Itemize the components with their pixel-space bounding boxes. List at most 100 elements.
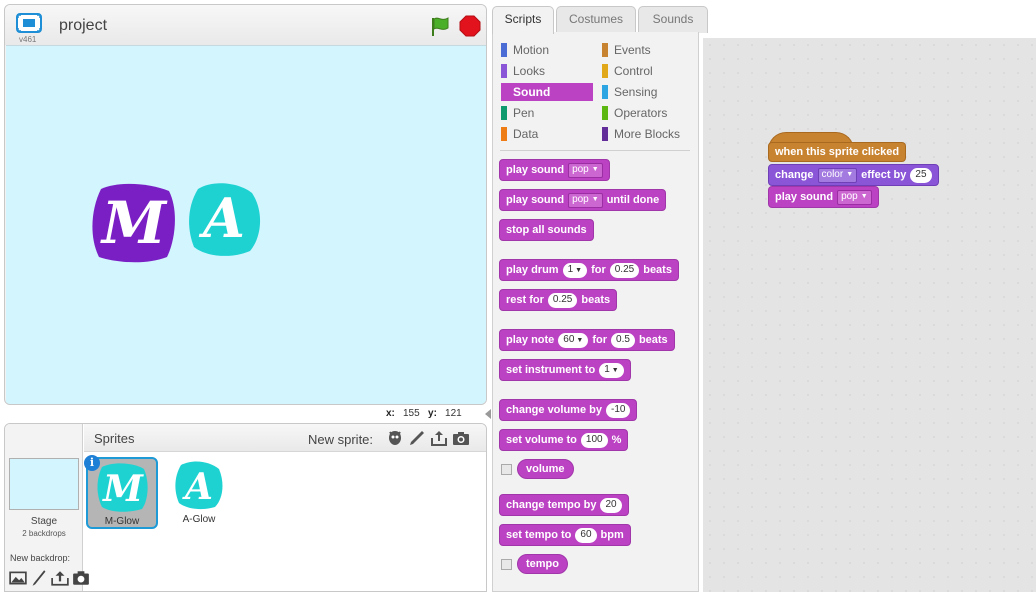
chevron-down-icon: ▼ [591, 196, 599, 203]
sound-dropdown[interactable]: pop ▼ [568, 162, 603, 178]
block-text: % [611, 434, 622, 446]
instrument-dropdown[interactable]: 1 ▼ [599, 362, 624, 378]
beats-input[interactable]: 0.5 [611, 332, 635, 348]
sprite-tile-a-glow[interactable]: A A-Glow [163, 457, 235, 529]
svg-text:A: A [182, 466, 213, 508]
block-text: bpm [600, 529, 624, 541]
category-label: Sensing [614, 85, 658, 99]
project-title[interactable]: project [59, 17, 107, 35]
block-text: for [591, 264, 606, 276]
block-palette: Motion Looks Sound Pen Data Events Contr… [492, 32, 699, 592]
stage-panel: v461 project M A [4, 4, 487, 405]
category-label: Motion [513, 43, 550, 57]
tab-costumes[interactable]: Costumes [556, 6, 636, 33]
effect-input[interactable]: 25 [910, 167, 932, 183]
camera-backdrop-icon[interactable] [72, 569, 90, 587]
green-flag-icon[interactable] [429, 15, 451, 37]
camera-sprite-icon[interactable] [452, 429, 470, 447]
sound-dropdown[interactable]: pop ▼ [568, 192, 603, 208]
backdrop-count: 2 backdrops [22, 529, 66, 538]
upload-backdrop-icon[interactable] [51, 569, 69, 587]
block-play-sound[interactable]: play sound pop ▼ [499, 159, 610, 181]
block-change-effect[interactable]: change color ▼ effect by 25 [768, 164, 939, 186]
category-label: Sound [513, 85, 551, 99]
tempo-checkbox[interactable] [501, 559, 512, 570]
x-label: x: [386, 408, 395, 419]
category-operators[interactable]: Operators [602, 104, 694, 122]
dropdown-value: pop [841, 191, 858, 202]
category-label: Data [513, 127, 539, 141]
tempo-input[interactable]: 20 [600, 497, 622, 513]
tab-scripts[interactable]: Scripts [492, 6, 554, 34]
block-play-note[interactable]: play note 60 ▼ for 0.5 beats [499, 329, 675, 351]
block-set-volume[interactable]: set volume to 100 % [499, 429, 629, 451]
category-control[interactable]: Control [602, 62, 694, 80]
beats-input[interactable]: 0.25 [609, 262, 640, 278]
tab-sounds[interactable]: Sounds [638, 6, 708, 33]
sprite-a-on-stage[interactable]: A [184, 179, 264, 259]
block-play-drum[interactable]: play drum 1 ▼ for 0.25 beats [499, 259, 679, 281]
paint-sprite-icon[interactable] [408, 429, 426, 447]
category-more-blocks[interactable]: More Blocks [602, 125, 694, 143]
stage-column: Stage 2 backdrops New backdrop: [5, 424, 89, 591]
fullscreen-icon[interactable] [16, 13, 42, 33]
upload-sprite-icon[interactable] [430, 429, 448, 447]
backdrop-library-icon[interactable] [9, 569, 27, 587]
category-label: Events [614, 43, 651, 57]
scratch-editor: v461 project M A x: 155 y: 121 Stage 2 b… [0, 0, 1036, 592]
category-looks[interactable]: Looks [501, 62, 593, 80]
category-swatch [602, 85, 608, 99]
sound-dropdown[interactable]: pop ▼ [837, 189, 872, 205]
category-swatch [501, 64, 507, 78]
reporter-tempo[interactable]: tempo [517, 554, 568, 574]
block-when-sprite-clicked[interactable]: when this sprite clicked [768, 142, 907, 162]
volume-input[interactable]: 100 [580, 432, 608, 448]
block-play-sound-script[interactable]: play sound pop ▼ [768, 186, 879, 208]
svg-text:A: A [198, 186, 245, 250]
volume-input[interactable]: -10 [605, 402, 631, 418]
block-set-instrument[interactable]: set instrument to 1 ▼ [499, 359, 631, 381]
stop-icon[interactable] [459, 15, 481, 37]
block-play-sound-until-done[interactable]: play sound pop ▼ until done [499, 189, 667, 211]
beats-input[interactable]: 0.25 [547, 292, 578, 308]
sprite-library-icon[interactable] [386, 429, 404, 447]
sprites-label: Sprites [94, 431, 135, 446]
sprite-tile-m-glow[interactable]: i M M-Glow [84, 455, 158, 529]
category-events[interactable]: Events [602, 41, 694, 59]
sprite-m-on-stage[interactable]: M [89, 181, 179, 265]
x-value: 155 [403, 408, 420, 419]
block-change-tempo[interactable]: change tempo by 20 [499, 494, 629, 516]
block-change-volume[interactable]: change volume by -10 [499, 399, 638, 421]
collapse-arrow-icon[interactable] [484, 408, 492, 420]
block-text: until done [606, 194, 660, 206]
category-motion[interactable]: Motion [501, 41, 593, 59]
block-text: change volume by [506, 404, 602, 416]
reporter-volume[interactable]: volume [517, 459, 574, 479]
effect-dropdown[interactable]: color ▼ [817, 167, 858, 183]
category-pen[interactable]: Pen [501, 104, 593, 122]
dropdown-value: pop [572, 164, 589, 175]
category-swatch [501, 127, 507, 141]
drum-dropdown[interactable]: 1 ▼ [562, 262, 588, 278]
block-text: play sound [506, 194, 565, 206]
stage-thumbnail[interactable] [9, 458, 79, 510]
block-text: set tempo to [506, 529, 572, 541]
category-sensing[interactable]: Sensing [602, 83, 694, 101]
block-rest-for[interactable]: rest for 0.25 beats [499, 289, 618, 311]
script-area[interactable]: when this sprite clicked change color ▼ e… [703, 38, 1036, 592]
note-dropdown[interactable]: 60 ▼ [558, 332, 589, 348]
category-sound[interactable]: Sound [501, 83, 593, 101]
y-label: y: [428, 408, 437, 419]
stage-header: v461 project [5, 5, 486, 45]
category-data[interactable]: Data [501, 125, 593, 143]
dropdown-value: color [821, 169, 844, 180]
tempo-input[interactable]: 60 [575, 527, 597, 543]
block-stop-all-sounds[interactable]: stop all sounds [499, 219, 594, 241]
stage-canvas[interactable]: M A [6, 45, 486, 404]
category-swatch [501, 43, 507, 57]
volume-checkbox[interactable] [501, 464, 512, 475]
paint-backdrop-icon[interactable] [30, 569, 48, 587]
block-set-tempo[interactable]: set tempo to 60 bpm [499, 524, 631, 546]
block-text: stop all sounds [506, 224, 587, 236]
sprite-name: A-Glow [182, 514, 216, 525]
